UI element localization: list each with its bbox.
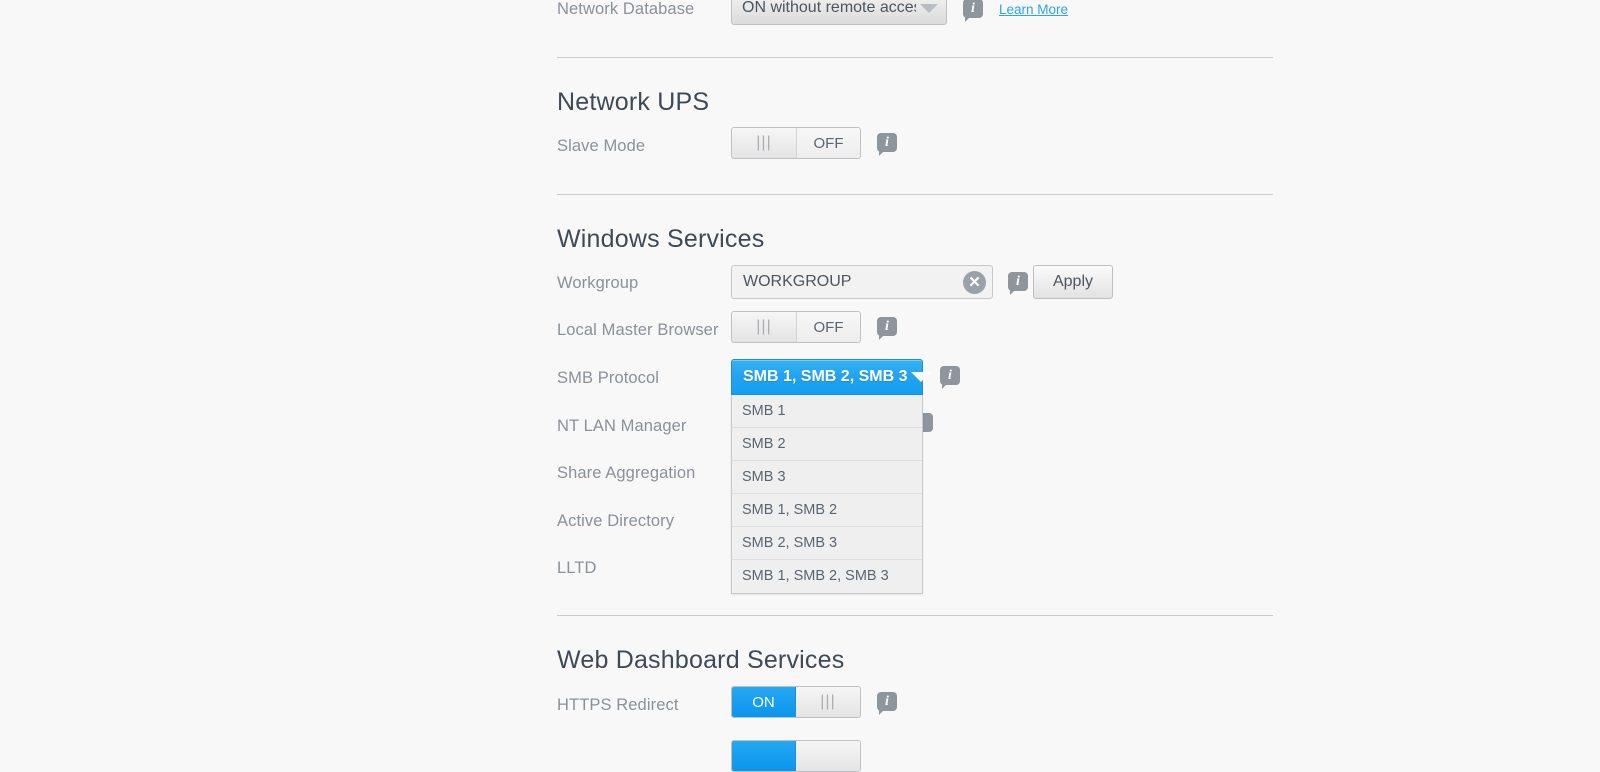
local-master-browser-info-icon[interactable]: i <box>877 317 897 340</box>
info-icon-tail <box>879 151 884 156</box>
toggle-state-label: OFF <box>796 128 860 158</box>
info-icon-glyph: i <box>877 692 897 711</box>
toggle-state-label <box>732 741 796 771</box>
info-icon-glyph: i <box>877 317 897 336</box>
section-title-windows-services: Windows Services <box>557 225 765 253</box>
chevron-down-icon <box>911 372 932 382</box>
chevron-down-icon <box>920 3 938 13</box>
workgroup-info-icon[interactable]: i <box>1008 272 1028 295</box>
clear-icon[interactable]: ✕ <box>963 270 986 294</box>
slave-mode-info-icon[interactable]: i <box>877 133 897 156</box>
smb-protocol-dropdown-menu[interactable]: SMB 1 SMB 2 SMB 3 SMB 1, SMB 2 SMB 2, SM… <box>731 395 923 594</box>
https-redirect-toggle[interactable]: ON ||| <box>731 686 861 718</box>
info-icon-glyph: i <box>877 133 897 152</box>
section-title-network-ups: Network UPS <box>557 88 710 116</box>
divider-2 <box>557 194 1273 195</box>
lltd-label: LLTD <box>557 559 597 577</box>
info-icon-tail <box>942 384 947 389</box>
dropdown-option[interactable]: SMB 2, SMB 3 <box>732 527 922 560</box>
active-directory-label: Active Directory <box>557 512 675 530</box>
dropdown-option[interactable]: SMB 3 <box>732 461 922 494</box>
dropdown-option[interactable]: SMB 1, SMB 2 <box>732 494 922 527</box>
divider-1 <box>557 57 1273 58</box>
network-database-value: ON without remote access <box>742 0 916 16</box>
next-setting-toggle[interactable] <box>731 740 861 772</box>
https-redirect-info-icon[interactable]: i <box>877 692 897 715</box>
grip-lines: ||| <box>820 693 836 710</box>
network-database-label: Network Database <box>557 0 695 18</box>
smb-protocol-label: SMB Protocol <box>557 369 660 387</box>
toggle-state-label: ON <box>732 687 796 717</box>
info-icon-glyph: i <box>1008 272 1028 291</box>
toggle-state-label: OFF <box>796 312 860 342</box>
workgroup-input[interactable]: WORKGROUP ✕ <box>731 265 993 299</box>
toggle-grip-handle[interactable]: ||| <box>796 687 860 717</box>
dropdown-option[interactable]: SMB 2 <box>732 428 922 461</box>
smb-protocol-value: SMB 1, SMB 2, SMB 3 <box>743 368 908 385</box>
smb-protocol-select[interactable]: SMB 1, SMB 2, SMB 3 <box>731 359 932 395</box>
local-master-browser-label: Local Master Browser <box>557 321 719 339</box>
dropdown-option[interactable]: SMB 1, SMB 2, SMB 3 <box>732 560 922 593</box>
toggle-grip-handle[interactable]: ||| <box>732 312 796 342</box>
nt-lan-manager-label: NT LAN Manager <box>557 417 687 435</box>
slave-mode-toggle[interactable]: ||| OFF <box>731 127 861 159</box>
info-icon-tail <box>879 335 884 340</box>
grip-lines: ||| <box>756 318 772 335</box>
workgroup-value: WORKGROUP <box>743 273 852 290</box>
section-title-web-dashboard-services: Web Dashboard Services <box>557 646 845 674</box>
https-redirect-label: HTTPS Redirect <box>557 696 679 714</box>
info-icon-glyph: i <box>963 0 983 18</box>
apply-button[interactable]: Apply <box>1033 265 1113 299</box>
dropdown-option[interactable]: SMB 1 <box>732 395 922 428</box>
info-icon-tail <box>1010 290 1015 295</box>
slave-mode-label: Slave Mode <box>557 137 646 155</box>
workgroup-label: Workgroup <box>557 274 639 292</box>
settings-page: Network Database ON without remote acces… <box>0 0 1600 772</box>
info-icon-tail <box>965 17 970 22</box>
network-database-info-icon[interactable]: i <box>963 0 983 22</box>
smb-protocol-info-icon[interactable]: i <box>940 366 960 389</box>
learn-more-link[interactable]: Learn More <box>999 2 1068 17</box>
info-icon-glyph: i <box>940 366 960 385</box>
grip-lines: ||| <box>756 134 772 151</box>
info-icon-tail <box>879 710 884 715</box>
share-aggregation-label: Share Aggregation <box>557 464 696 482</box>
toggle-grip-handle[interactable]: ||| <box>732 128 796 158</box>
local-master-browser-toggle[interactable]: ||| OFF <box>731 311 861 343</box>
toggle-grip-handle[interactable] <box>796 741 860 771</box>
network-database-select[interactable]: ON without remote access <box>731 0 947 25</box>
divider-3 <box>557 615 1273 616</box>
